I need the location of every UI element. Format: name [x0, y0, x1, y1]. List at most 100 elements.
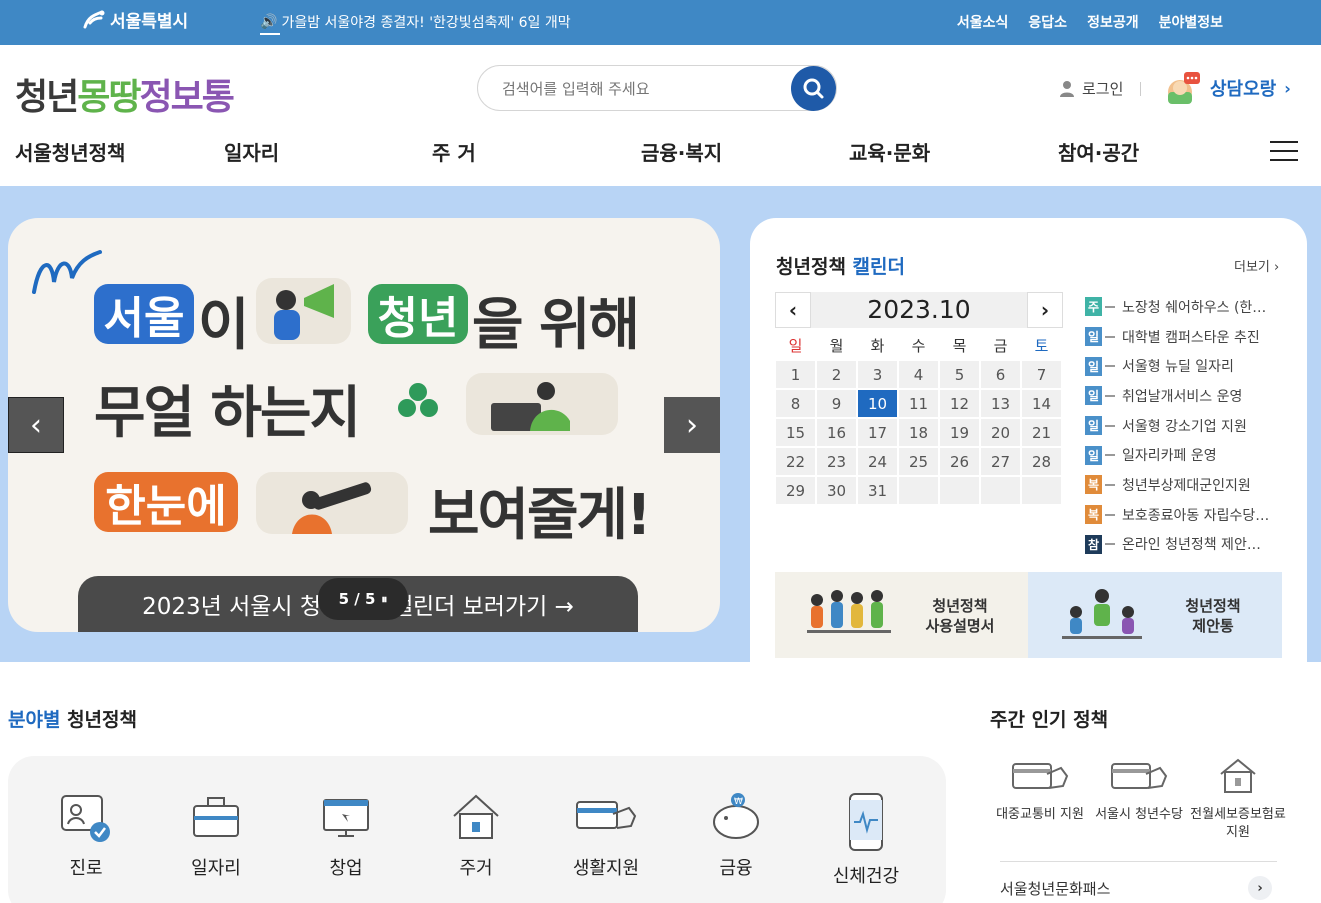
calendar-event[interactable]: 일 서울형 뉴딜 일자리 — [1085, 351, 1285, 381]
calendar-prev-month-button[interactable]: ‹ — [775, 292, 811, 328]
banner-prev-button[interactable]: ‹ — [8, 397, 64, 453]
calendar-day[interactable]: 2 — [816, 360, 857, 389]
calendar-day[interactable]: 28 — [1021, 447, 1062, 476]
calendar-next-month-button[interactable]: › — [1027, 292, 1063, 328]
slide-counter-text: 5 / 5 — [338, 590, 376, 608]
login-link[interactable]: 로그인 — [1058, 78, 1123, 99]
calendar-event[interactable]: 일 일자리카페 운영 — [1085, 440, 1285, 470]
nav-education-culture[interactable]: 교육·문화 — [849, 137, 930, 166]
nav-finance-welfare[interactable]: 금융·복지 — [641, 137, 722, 166]
calendar-day[interactable]: 11 — [898, 389, 939, 418]
search-button[interactable] — [791, 66, 836, 111]
nav-housing[interactable]: 주 거 — [432, 137, 476, 166]
nav-jobs[interactable]: 일자리 — [224, 137, 279, 166]
category-physical-health[interactable]: 신체건강 — [816, 792, 916, 888]
calendar-day[interactable]: 27 — [980, 447, 1021, 476]
calendar-day[interactable]: 8 — [775, 389, 816, 418]
slide-counter[interactable]: 5 / 5 ⏸ — [318, 578, 408, 620]
category-career[interactable]: 진로 — [36, 792, 136, 880]
calendar-day[interactable]: 13 — [980, 389, 1021, 418]
calendar-day[interactable]: 19 — [939, 418, 980, 447]
career-icon — [61, 795, 110, 842]
event-dash — [1105, 365, 1115, 368]
calendar-day[interactable]: 4 — [898, 360, 939, 389]
weekly-divider — [1000, 861, 1277, 862]
calendar-day[interactable]: 10 — [857, 389, 898, 418]
seoul-logo[interactable]: 서울특별시 — [82, 7, 188, 32]
calendar-day[interactable]: 30 — [816, 476, 857, 505]
event-text: 취업날개서비스 운영 — [1122, 388, 1243, 405]
culture-pass-link[interactable]: 서울청년문화패스 — [1000, 878, 1110, 899]
link-eungdapso[interactable]: 응답소 — [1028, 12, 1067, 32]
calendar-day[interactable]: 17 — [857, 418, 898, 447]
nav-participation-space[interactable]: 참여·공간 — [1058, 137, 1139, 166]
policy-proposal-card[interactable]: 청년정책 제안통 — [1028, 572, 1282, 658]
category-living-support[interactable]: 생활지원 — [556, 792, 656, 880]
main-banner[interactable]: 서울 이 청년 을 위해 무얼 하는지 한눈에 보여줄게! 2023년 서울시 … — [8, 218, 720, 632]
calendar-day[interactable]: 23 — [816, 447, 857, 476]
calendar-event[interactable]: 일 대학별 캠퍼스타운 추진 — [1085, 322, 1285, 352]
calendar-day[interactable]: 5 — [939, 360, 980, 389]
calendar-event[interactable]: 주 노장청 쉐어하우스 (한… — [1085, 292, 1285, 322]
link-info-open[interactable]: 정보공개 — [1087, 12, 1139, 32]
calendar-day[interactable]: 1 — [775, 360, 816, 389]
hamburger-menu-icon[interactable] — [1270, 141, 1298, 161]
calendar-day[interactable]: 20 — [980, 418, 1021, 447]
category-housing[interactable]: 주거 — [426, 792, 526, 880]
category-jobs[interactable]: 일자리 — [166, 792, 266, 880]
calendar-day[interactable]: 12 — [939, 389, 980, 418]
calendar-day[interactable]: 16 — [816, 418, 857, 447]
calendar-month: 2023.10 — [867, 295, 971, 324]
calendar-day[interactable]: 6 — [980, 360, 1021, 389]
calendar-weekdays: 일 월 화 수 목 금 토 — [775, 332, 1063, 360]
house-icon — [1220, 758, 1256, 793]
weekday-thu: 목 — [952, 337, 967, 355]
calendar-day[interactable]: 31 — [857, 476, 898, 505]
calendar-event[interactable]: 일 취업날개서비스 운영 — [1085, 381, 1285, 411]
brand-part-3: 정보통 — [139, 77, 235, 118]
calendar-day[interactable]: 22 — [775, 447, 816, 476]
link-field-info[interactable]: 분야별정보 — [1159, 12, 1223, 32]
calendar-event[interactable]: 참 온라인 청년정책 제안… — [1085, 530, 1285, 560]
calendar-day[interactable]: 9 — [816, 389, 857, 418]
category-startup[interactable]: 창업 — [296, 792, 396, 880]
site-brand[interactable]: 청년몽땅정보통 — [15, 68, 235, 120]
weekly-item-deposit-insurance[interactable]: 전월세보증보험료 지원 — [1188, 756, 1288, 842]
calendar-day[interactable]: 24 — [857, 447, 898, 476]
calendar-empty-cell — [898, 476, 939, 505]
calendar-event[interactable]: 복 보호종료아동 자립수당… — [1085, 500, 1285, 530]
weekly-item-allowance[interactable]: 서울시 청년수당 — [1089, 756, 1189, 824]
storefront-icon — [323, 799, 369, 837]
event-text: 서울형 강소기업 지원 — [1122, 418, 1247, 435]
proposal-illustration-icon — [1062, 589, 1142, 639]
calendar-event[interactable]: 일 서울형 강소기업 지원 — [1085, 411, 1285, 441]
weekly-item-transit[interactable]: 대중교통비 지원 — [990, 756, 1090, 824]
calendar-day[interactable]: 21 — [1021, 418, 1062, 447]
calendar-day[interactable]: 7 — [1021, 360, 1062, 389]
culture-pass-button[interactable]: › — [1248, 876, 1272, 900]
category-title-a: 분야별 — [8, 709, 61, 731]
notice[interactable]: 🔊 가을밤 서울야경 종결자! '한강빛섬축제' 6일 개막 — [260, 12, 571, 35]
chevron-right-icon: › — [1257, 880, 1263, 896]
briefcase-icon — [193, 797, 239, 837]
link-seoul-news[interactable]: 서울소식 — [957, 12, 1009, 32]
weekday-wed: 수 — [911, 337, 926, 355]
pause-icon[interactable]: ⏸ — [381, 592, 387, 607]
event-dash — [1105, 394, 1115, 397]
calendar-day[interactable]: 15 — [775, 418, 816, 447]
clover-icon — [398, 383, 438, 417]
calendar-day[interactable]: 14 — [1021, 389, 1062, 418]
nav-seoul-youth-policy[interactable]: 서울청년정책 — [15, 137, 125, 166]
banner-next-button[interactable]: › — [664, 397, 720, 453]
calendar-day[interactable]: 3 — [857, 360, 898, 389]
calendar-event[interactable]: 복 청년부상제대군인지원 — [1085, 470, 1285, 500]
calendar-day[interactable]: 26 — [939, 447, 980, 476]
category-finance[interactable]: ₩ 금융 — [686, 792, 786, 880]
calendar-more-link[interactable]: 더보기 › — [1234, 256, 1279, 275]
search-input[interactable] — [502, 78, 782, 100]
calendar-day[interactable]: 25 — [898, 447, 939, 476]
policy-guide-card[interactable]: 청년정책 사용설명서 — [775, 572, 1029, 658]
calendar-day[interactable]: 18 — [898, 418, 939, 447]
calendar-day[interactable]: 29 — [775, 476, 816, 505]
counsel-link[interactable]: 상담오랑 › — [1164, 70, 1291, 106]
